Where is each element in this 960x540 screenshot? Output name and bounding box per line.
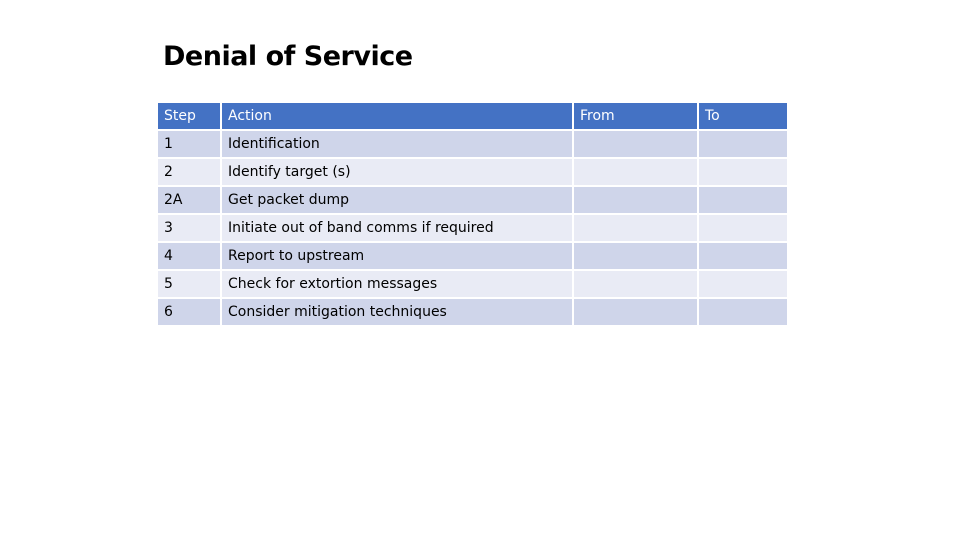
cell-from: [574, 215, 697, 241]
table-row: 4 Report to upstream: [158, 243, 787, 269]
cell-action: Identification: [222, 131, 572, 157]
cell-action: Consider mitigation techniques: [222, 299, 572, 325]
cell-step: 2: [158, 159, 220, 185]
table-row: 6 Consider mitigation techniques: [158, 299, 787, 325]
dos-steps-table: Step Action From To 1 Identification 2 I…: [156, 101, 789, 327]
cell-to: [699, 215, 787, 241]
table-row: 3 Initiate out of band comms if required: [158, 215, 787, 241]
cell-step: 4: [158, 243, 220, 269]
cell-to: [699, 131, 787, 157]
header-from: From: [574, 103, 697, 129]
cell-from: [574, 187, 697, 213]
cell-action: Get packet dump: [222, 187, 572, 213]
cell-to: [699, 159, 787, 185]
cell-step: 5: [158, 271, 220, 297]
cell-step: 2A: [158, 187, 220, 213]
cell-action: Identify target (s): [222, 159, 572, 185]
cell-from: [574, 271, 697, 297]
cell-to: [699, 271, 787, 297]
cell-action: Initiate out of band comms if required: [222, 215, 572, 241]
table-header-row: Step Action From To: [158, 103, 787, 129]
table-row: 5 Check for extortion messages: [158, 271, 787, 297]
header-action: Action: [222, 103, 572, 129]
cell-step: 1: [158, 131, 220, 157]
header-to: To: [699, 103, 787, 129]
table-row: 2 Identify target (s): [158, 159, 787, 185]
header-step: Step: [158, 103, 220, 129]
cell-action: Report to upstream: [222, 243, 572, 269]
cell-action: Check for extortion messages: [222, 271, 572, 297]
cell-to: [699, 299, 787, 325]
table-row: 2A Get packet dump: [158, 187, 787, 213]
cell-from: [574, 131, 697, 157]
cell-step: 6: [158, 299, 220, 325]
cell-from: [574, 243, 697, 269]
page-title: Denial of Service: [163, 41, 413, 72]
cell-step: 3: [158, 215, 220, 241]
cell-from: [574, 159, 697, 185]
cell-from: [574, 299, 697, 325]
cell-to: [699, 187, 787, 213]
table-row: 1 Identification: [158, 131, 787, 157]
cell-to: [699, 243, 787, 269]
